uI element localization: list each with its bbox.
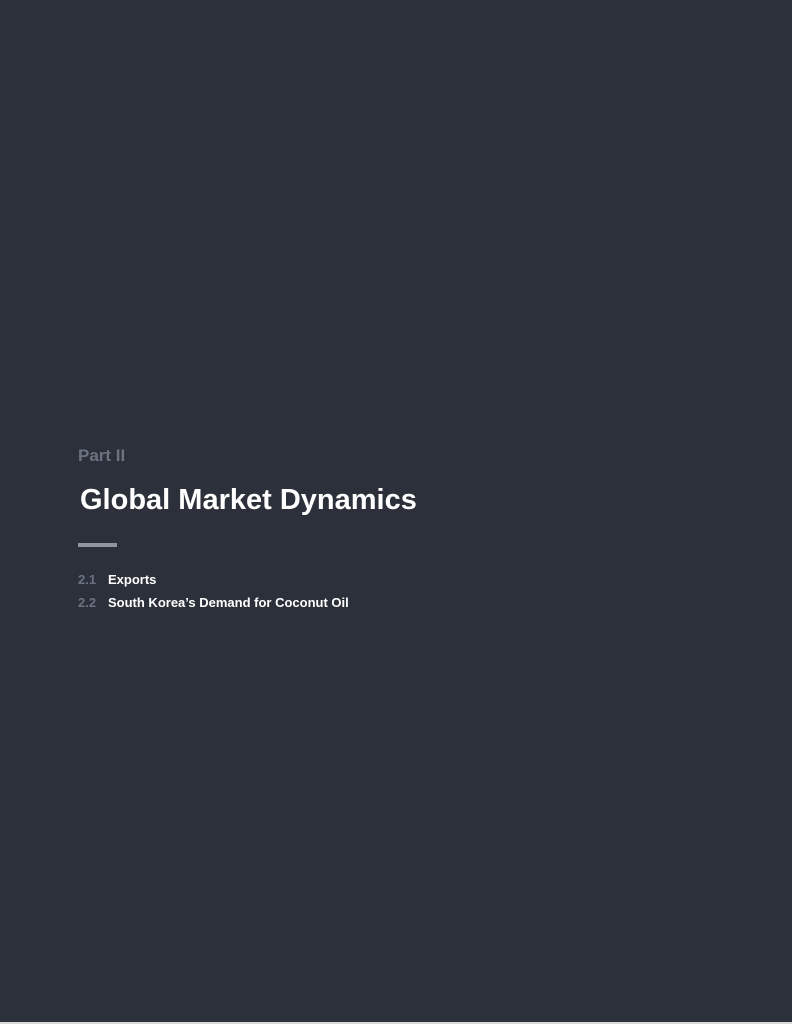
toc-item-number: 2.2 bbox=[78, 595, 97, 610]
page-title: Global Market Dynamics bbox=[80, 484, 417, 516]
toc-item-number: 2.1 bbox=[78, 572, 97, 587]
toc-item-label: South Korea’s Demand for Coconut Oil bbox=[108, 595, 349, 610]
table-of-contents: 2.1 Exports 2.2 South Korea’s Demand for… bbox=[78, 572, 349, 618]
toc-item-south-korea-demand[interactable]: 2.2 South Korea’s Demand for Coconut Oil bbox=[78, 595, 349, 618]
toc-item-label: Exports bbox=[108, 572, 157, 587]
part-label: Part II bbox=[78, 446, 126, 465]
toc-item-exports[interactable]: 2.1 Exports bbox=[78, 572, 349, 595]
title-divider bbox=[78, 543, 117, 547]
